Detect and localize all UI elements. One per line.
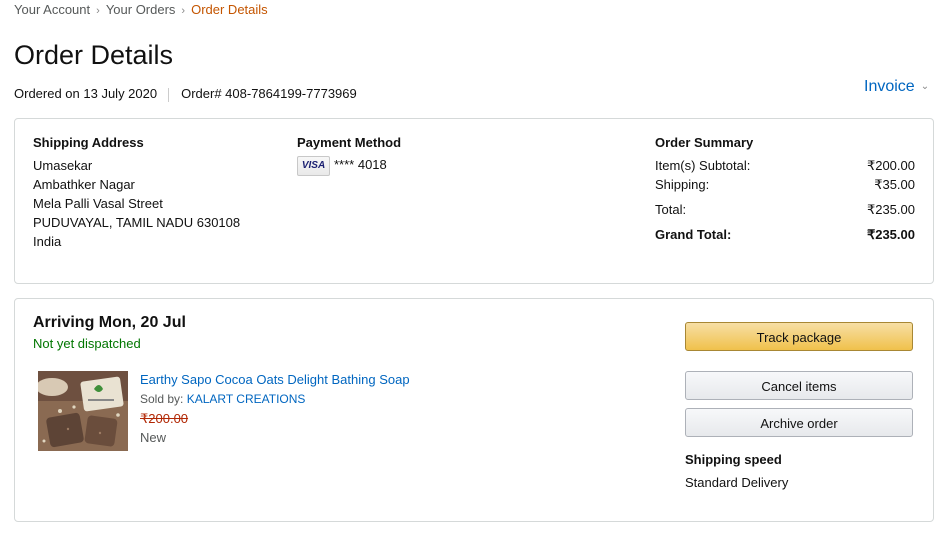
summary-label: Item(s) Subtotal: [655, 158, 751, 173]
visa-card-icon: VISA [297, 155, 330, 176]
summary-value: ₹200.00 [866, 158, 915, 173]
summary-value: ₹35.00 [874, 177, 915, 192]
ordered-on-date: Ordered on 13 July 2020 [14, 86, 158, 101]
payment-method-heading: Payment Method [297, 135, 402, 150]
breadcrumb-your-account[interactable]: Your Account [14, 2, 90, 17]
payment-method: VISA **** 4018 [297, 155, 387, 176]
breadcrumb-order-details: Order Details [191, 2, 268, 17]
arriving-date: Arriving Mon, 20 Jul [33, 314, 186, 331]
breadcrumb: Your Account › Your Orders › Order Details [14, 2, 268, 17]
summary-label: Shipping: [655, 177, 710, 192]
product-price: ₹200.00 [140, 411, 189, 426]
summary-row-shipping: Shipping: ₹35.00 [655, 177, 915, 193]
summary-row-grand-total: Grand Total: ₹235.00 [655, 227, 915, 243]
card-digits: **** 4018 [334, 157, 387, 172]
dispatch-status: Not yet dispatched [33, 336, 141, 351]
invoice-dropdown[interactable]: Invoice ⌄ [864, 78, 929, 96]
address-line: Umasekar [33, 158, 93, 173]
order-meta: Ordered on 13 July 2020 Order# 408-786419… [14, 86, 357, 102]
summary-label: Total: [655, 202, 687, 217]
order-number: Order# 408-7864199-7773969 [181, 86, 357, 101]
chevron-down-icon: ⌄ [920, 81, 930, 93]
breadcrumb-your-orders[interactable]: Your Orders [106, 2, 176, 17]
address-line: India [33, 234, 62, 249]
cancel-items-button[interactable]: Cancel items [685, 371, 913, 400]
shipping-speed-heading: Shipping speed [685, 452, 782, 467]
archive-order-button[interactable]: Archive order [685, 408, 913, 437]
sold-by-label: Sold by: [140, 392, 184, 406]
page-title: Order Details [14, 40, 174, 70]
soap-product-image[interactable] [38, 371, 128, 451]
seller-link[interactable]: KALART CREATIONS [187, 392, 306, 406]
shipping-speed-value: Standard Delivery [685, 475, 789, 490]
product-image[interactable] [38, 371, 128, 451]
track-package-button[interactable]: Track package [685, 322, 913, 351]
summary-value: ₹235.00 [866, 202, 915, 217]
sold-by: Sold by: KALART CREATIONS [140, 392, 305, 406]
invoice-label[interactable]: Invoice [864, 78, 915, 95]
address-line: Ambathker Nagar [33, 177, 135, 192]
product-title-link[interactable]: Earthy Sapo Cocoa Oats Delight Bathing S… [140, 372, 410, 387]
order-summary-heading: Order Summary [655, 135, 754, 150]
summary-row-subtotal: Item(s) Subtotal: ₹200.00 [655, 158, 915, 174]
address-line: Mela Palli Vasal Street [33, 196, 163, 211]
breadcrumb-separator: › [96, 5, 100, 17]
breadcrumb-separator: › [181, 5, 186, 17]
meta-divider [168, 87, 170, 102]
shipping-address-heading: Shipping Address [33, 135, 144, 150]
product-condition: New [140, 430, 167, 445]
summary-label: Grand Total: [655, 227, 732, 242]
shipping-address: Umasekar Ambathker Nagar Mela Palli Vasa… [33, 156, 240, 251]
summary-row-total: Total: ₹235.00 [655, 202, 915, 218]
summary-value: ₹235.00 [866, 227, 915, 242]
address-line: PUDUVAYAL, TAMIL NADU 630108 [33, 215, 241, 230]
